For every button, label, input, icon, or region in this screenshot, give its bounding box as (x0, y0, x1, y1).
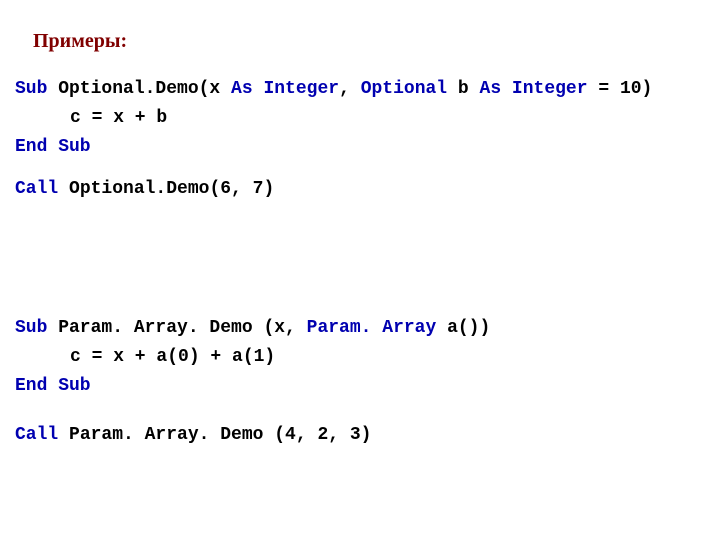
keyword: Call (15, 425, 58, 445)
code-line: Call Optional.Demo(6, 7) (15, 175, 705, 204)
keyword: Param. Array (307, 318, 437, 338)
code-text: c = x + b (70, 108, 167, 128)
keyword: Sub (15, 79, 47, 99)
code-text: , (339, 79, 361, 99)
keyword: Sub (15, 318, 47, 338)
keyword: End Sub (15, 137, 91, 157)
keyword: End Sub (15, 376, 91, 396)
code-text: b (447, 79, 479, 99)
code-text: Param. Array. Demo (x, (47, 318, 306, 338)
code-text: = 10) (588, 79, 653, 99)
keyword: As Integer (480, 79, 588, 99)
code-line: End Sub (15, 372, 705, 401)
code-line: Sub Param. Array. Demo (x, Param. Array … (15, 314, 705, 343)
code-text: Optional.Demo(6, 7) (58, 179, 274, 199)
code-line: c = x + a(0) + a(1) (70, 343, 705, 372)
code-block-4: Call Param. Array. Demo (4, 2, 3) (15, 421, 705, 450)
section-title: Примеры: (33, 30, 705, 53)
code-line: End Sub (15, 133, 705, 162)
code-line: c = x + b (70, 104, 705, 133)
code-line: Call Param. Array. Demo (4, 2, 3) (15, 421, 705, 450)
code-text: Param. Array. Demo (4, 2, 3) (58, 425, 371, 445)
code-text: c = x + a(0) + a(1) (70, 347, 275, 367)
code-block-1: Sub Optional.Demo(x As Integer, Optional… (15, 75, 705, 161)
keyword: As Integer (231, 79, 339, 99)
code-text: Optional.Demo(x (47, 79, 231, 99)
code-line: Sub Optional.Demo(x As Integer, Optional… (15, 75, 705, 104)
code-block-2: Call Optional.Demo(6, 7) (15, 175, 705, 204)
keyword: Optional (361, 79, 447, 99)
code-block-3: Sub Param. Array. Demo (x, Param. Array … (15, 314, 705, 400)
code-text: a()) (436, 318, 490, 338)
keyword: Call (15, 179, 58, 199)
